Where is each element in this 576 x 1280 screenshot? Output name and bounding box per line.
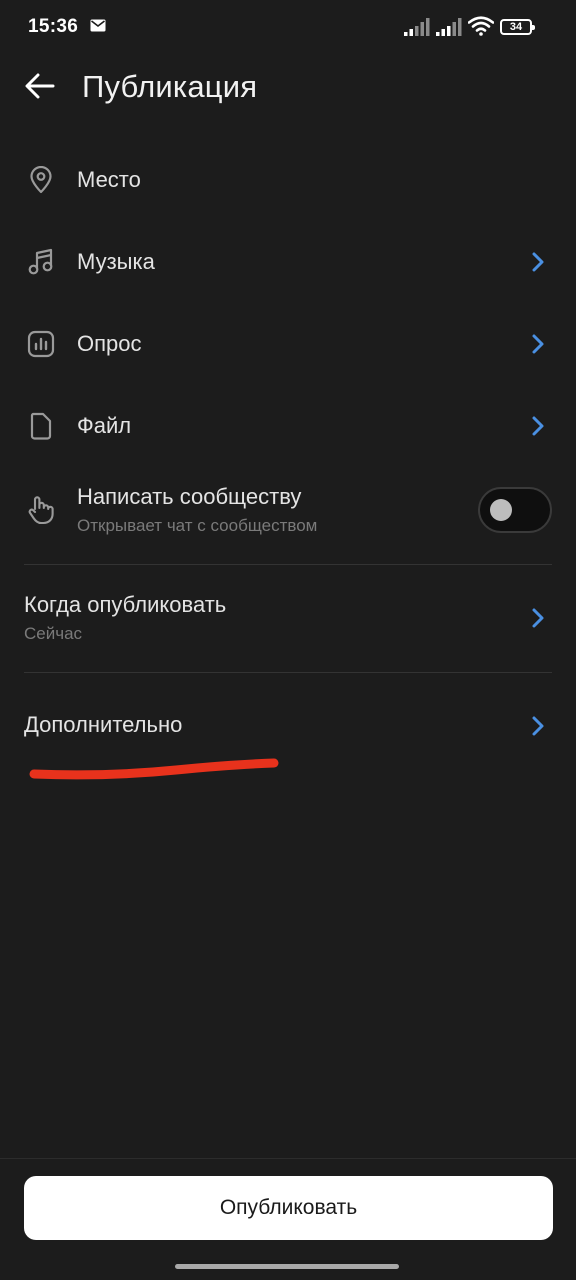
back-button[interactable] — [20, 68, 60, 108]
battery-level: 34 — [509, 20, 523, 33]
advanced-row[interactable]: Дополнительно — [0, 694, 576, 758]
mail-icon — [90, 19, 106, 37]
message-community-toggle[interactable] — [478, 487, 552, 533]
chevron-right-icon — [528, 606, 548, 630]
app-header: Публикация — [0, 56, 576, 120]
option-sublabel: Открывает чат с сообществом — [77, 516, 318, 535]
file-icon — [26, 411, 56, 441]
option-label: Музыка — [77, 249, 155, 274]
signal-icon — [404, 18, 430, 41]
status-bar: 15:36 34 — [0, 0, 576, 56]
chevron-right-icon — [528, 250, 548, 274]
hand-pointer-icon — [26, 495, 56, 525]
divider — [24, 564, 552, 565]
battery-icon: 34 — [500, 19, 535, 35]
publish-button[interactable]: Опубликовать — [24, 1176, 553, 1240]
option-label: Файл — [77, 413, 132, 438]
divider — [24, 672, 552, 673]
chevron-right-icon — [528, 414, 548, 438]
chevron-right-icon — [528, 332, 548, 356]
toggle-knob — [490, 499, 512, 521]
home-indicator[interactable] — [175, 1264, 399, 1269]
poll-icon — [26, 329, 56, 359]
option-poll[interactable]: Опрос — [0, 314, 576, 374]
option-music[interactable]: Музыка — [0, 232, 576, 292]
wifi-icon — [467, 16, 495, 41]
option-location[interactable]: Место — [0, 150, 576, 210]
location-pin-icon — [26, 165, 56, 195]
arrow-left-icon — [25, 73, 55, 104]
schedule-label: Когда опубликовать — [24, 592, 227, 617]
option-file[interactable]: Файл — [0, 396, 576, 456]
option-label: Написать сообществу — [77, 484, 302, 509]
option-label: Опрос — [77, 331, 142, 356]
option-label: Место — [77, 167, 141, 192]
red-underline-annotation — [26, 752, 286, 787]
bottom-divider — [0, 1158, 576, 1159]
page-title: Публикация — [82, 69, 258, 104]
schedule-value: Сейчас — [24, 624, 83, 643]
music-note-icon — [26, 247, 56, 277]
signal-icon — [436, 18, 462, 41]
chevron-right-icon — [528, 714, 548, 738]
advanced-label: Дополнительно — [24, 712, 183, 737]
status-time: 15:36 — [28, 16, 79, 37]
schedule-row[interactable]: Когда опубликовать Сейчас — [0, 584, 576, 656]
